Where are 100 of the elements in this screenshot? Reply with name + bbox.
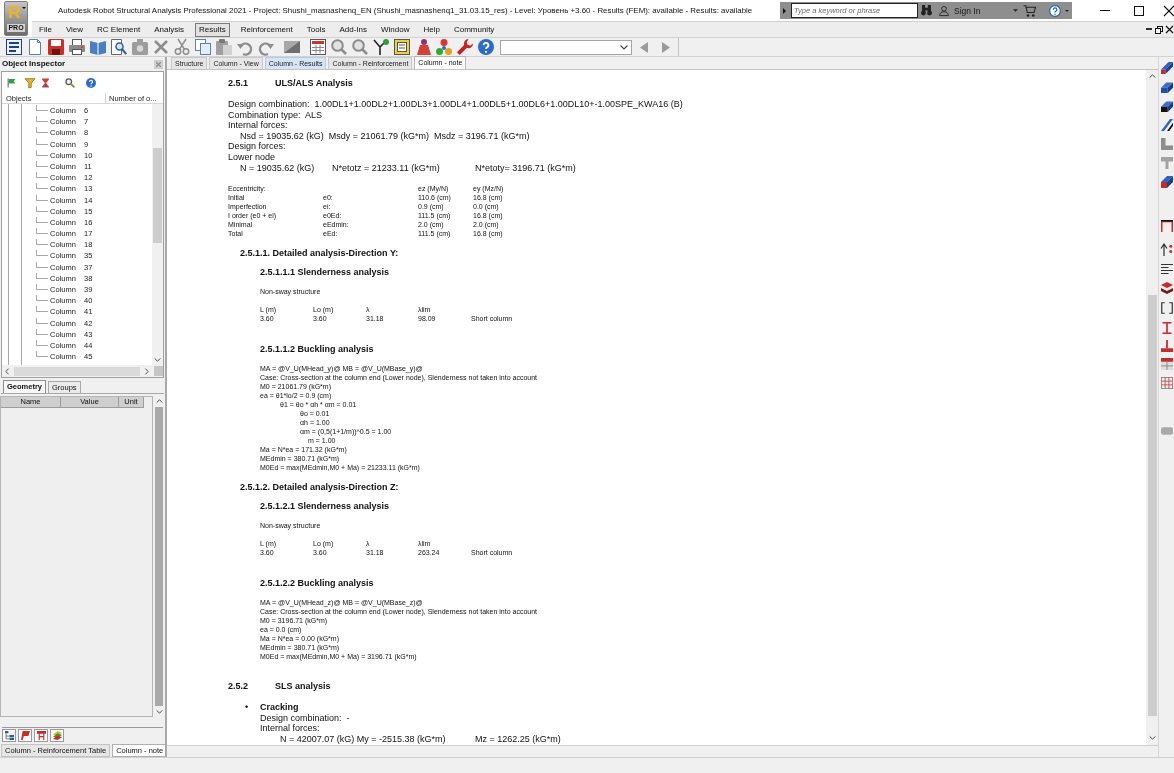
- table-icon[interactable]: [310, 39, 326, 55]
- scissors-icon[interactable]: [174, 39, 190, 55]
- menu-item[interactable]: Community: [446, 22, 502, 37]
- bracket-icon[interactable]: [1160, 138, 1173, 150]
- plate-icon[interactable]: [1160, 100, 1173, 112]
- brackets-icon[interactable]: [1160, 302, 1173, 314]
- chevron-down-icon[interactable]: [154, 358, 161, 362]
- list-icon[interactable]: [1160, 263, 1173, 275]
- plate-icon[interactable]: [1160, 81, 1173, 93]
- menu-item[interactable]: Window: [374, 22, 417, 37]
- minimize-icon[interactable]: [1146, 27, 1152, 30]
- menu-item[interactable]: Help: [416, 22, 447, 37]
- chevron-up-icon[interactable]: [1148, 74, 1156, 78]
- caret-icon[interactable]: [1065, 9, 1070, 12]
- horizontal-scrollbar[interactable]: [2, 365, 163, 377]
- sign-in-button[interactable]: Sign In: [954, 5, 981, 16]
- frame-icon[interactable]: [1160, 220, 1173, 232]
- view-tab[interactable]: [2, 729, 16, 742]
- branch-icon[interactable]: [373, 39, 389, 55]
- view-tab[interactable]: [34, 729, 48, 742]
- scrollbar-thumb[interactable]: [153, 148, 162, 243]
- framed-window-icon[interactable]: [394, 39, 410, 55]
- flag-icon[interactable]: [7, 77, 16, 88]
- restore-icon[interactable]: [1155, 25, 1163, 34]
- copy-icon[interactable]: [195, 39, 211, 55]
- help-icon[interactable]: [1049, 4, 1062, 17]
- plate-icon[interactable]: [1160, 176, 1173, 188]
- book-icon[interactable]: [90, 39, 106, 55]
- menu-item[interactable]: File: [32, 22, 59, 37]
- chevron-down-icon[interactable]: [155, 710, 163, 714]
- frame-icon: [36, 731, 46, 740]
- maximize-icon[interactable]: [1133, 5, 1144, 16]
- list-window-icon[interactable]: [6, 39, 22, 55]
- section-number: 2.5.2: [228, 681, 249, 693]
- vertical-scrollbar[interactable]: [152, 104, 163, 365]
- subsection-heading: 2.5.1.2.1 Slenderness analysis: [260, 501, 390, 513]
- hourglass-icon[interactable]: [41, 77, 50, 88]
- menu-item[interactable]: Tools: [299, 22, 333, 37]
- section-title: SLS analysis: [275, 681, 331, 693]
- table-icon[interactable]: [1160, 358, 1173, 370]
- view-tab[interactable]: [18, 729, 32, 742]
- figure-icon[interactable]: [415, 39, 431, 55]
- triangle-left-icon[interactable]: [640, 41, 648, 53]
- combo-box[interactable]: [500, 39, 632, 55]
- menu-item[interactable]: Reinforcement: [233, 22, 300, 37]
- save-icon[interactable]: [48, 39, 64, 55]
- i-beam-icon[interactable]: [1160, 322, 1173, 334]
- vertical-scrollbar[interactable]: [153, 396, 165, 717]
- menu-item[interactable]: Results: [195, 22, 230, 37]
- magnifier-icon[interactable]: [331, 39, 347, 55]
- print-preview-icon[interactable]: [111, 39, 127, 55]
- report-text: N = 42007.07 (kG) My = -2515.38 (kG*m): [280, 733, 446, 745]
- cart-icon[interactable]: [1023, 4, 1037, 17]
- help-icon[interactable]: [478, 39, 494, 55]
- arrow-icon[interactable]: [1160, 244, 1173, 256]
- report-text: N*etoty= 3196.71 (kG*m): [475, 162, 576, 174]
- wrench-icon[interactable]: [457, 39, 473, 55]
- close-icon[interactable]: [1164, 5, 1174, 16]
- chevron-right-icon[interactable]: [145, 367, 149, 375]
- scrollbar-thumb[interactable]: [14, 366, 140, 376]
- undo-icon[interactable]: [237, 39, 253, 55]
- redo-icon[interactable]: [258, 39, 274, 55]
- chevron-left-icon[interactable]: [5, 367, 9, 375]
- filter-icon[interactable]: [25, 77, 35, 88]
- scrollbar-corner: [154, 366, 163, 376]
- printer-icon[interactable]: [69, 39, 85, 55]
- camera-icon[interactable]: [132, 39, 148, 55]
- search-icon[interactable]: [65, 77, 75, 88]
- layers-icon: [52, 731, 62, 740]
- tree-icon: [4, 731, 14, 740]
- delete-icon[interactable]: [153, 39, 169, 55]
- menu-item[interactable]: Add-Ins: [332, 22, 374, 37]
- chevron-up-icon[interactable]: [155, 399, 163, 403]
- bar-icon[interactable]: [1160, 119, 1173, 131]
- post-icon[interactable]: [1160, 340, 1173, 352]
- binoculars-icon[interactable]: [921, 5, 932, 16]
- triangle-right-icon[interactable]: [662, 41, 670, 53]
- help-icon[interactable]: [86, 77, 96, 88]
- panel-icon[interactable]: [284, 39, 300, 55]
- view-tab[interactable]: [50, 729, 64, 742]
- report-line: Combination type: ALS: [228, 109, 323, 121]
- pennant-icon: [20, 731, 30, 740]
- magnifier-icon[interactable]: [352, 39, 368, 55]
- scrollbar-thumb[interactable]: [1147, 295, 1157, 716]
- caret-right-icon[interactable]: [783, 7, 786, 14]
- report-line: Design combination: 1.00DL1+1.00DL2+1.00DL3+1.00DL4+1.00DL5+1.00DL6+1.00DL10+-1.00SPE_KWA16 (B): [228, 99, 683, 110]
- user-icon[interactable]: [939, 5, 949, 16]
- menu-item[interactable]: View: [58, 22, 91, 37]
- menu-item[interactable]: Analysis: [147, 22, 191, 37]
- paste-icon[interactable]: [216, 39, 232, 55]
- stack-icon[interactable]: [1160, 282, 1173, 294]
- circles-icon[interactable]: [436, 39, 452, 55]
- bar-icon[interactable]: [1160, 62, 1173, 74]
- grid-icon[interactable]: [1160, 377, 1173, 389]
- scrollbar-thumb[interactable]: [155, 407, 163, 706]
- document-icon[interactable]: [29, 39, 41, 55]
- caret-icon[interactable]: [1013, 9, 1019, 12]
- menu-item[interactable]: RC Element: [90, 22, 148, 37]
- chevron-down-icon[interactable]: [1148, 736, 1156, 740]
- close-icon[interactable]: [1166, 26, 1173, 33]
